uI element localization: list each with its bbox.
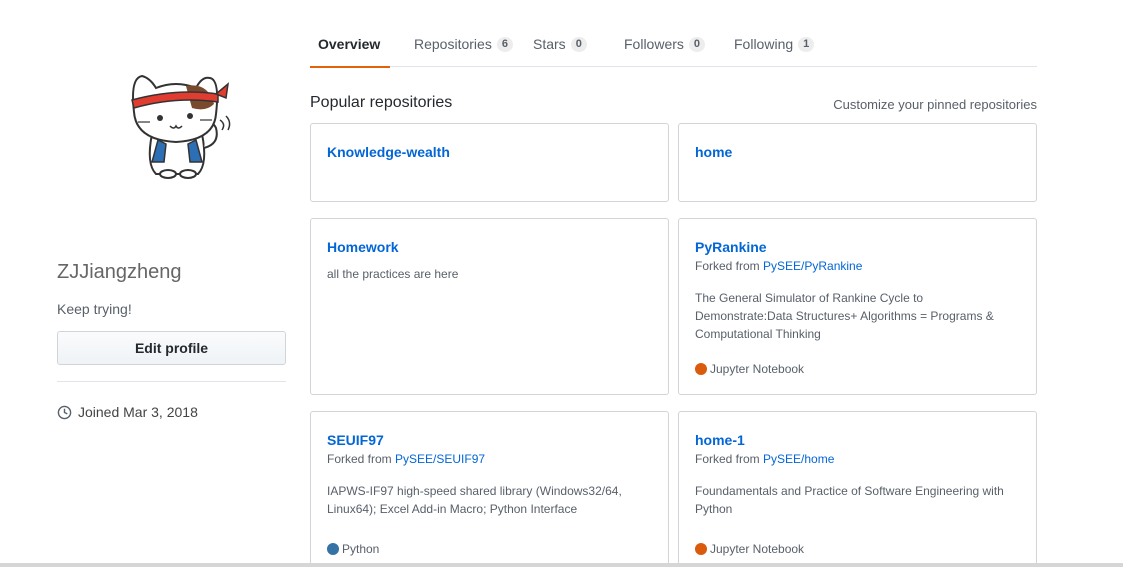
profile-tabs: Overview Repositories 6 Stars 0 Follower… [310, 21, 1037, 68]
popular-repositories-heading: Popular repositories [310, 94, 453, 111]
tab-label: Following [734, 36, 794, 52]
repo-description: The General Simulator of Rankine Cycle t… [695, 291, 994, 341]
repo-name-link[interactable]: Homework [327, 239, 652, 255]
joined-date: Joined Mar 3, 2018 [57, 404, 198, 420]
tab-label: Overview [318, 36, 381, 52]
tab-followers[interactable]: Followers 0 [616, 21, 714, 67]
forked-prefix: Forked from [327, 452, 396, 466]
repo-description: all the practices are here [327, 267, 459, 281]
language-color-dot [695, 543, 707, 555]
profile-bio: Keep trying! [57, 301, 132, 317]
clock-icon [57, 405, 72, 419]
repo-name-link[interactable]: PyRankine [695, 239, 1020, 255]
repo-card: SEUIF97 Forked from PySEE/SEUIF97 IAPWS-… [310, 411, 669, 567]
forked-source-link[interactable]: PySEE/PyRankine [763, 259, 862, 273]
sidebar-divider [57, 381, 286, 382]
tab-count-badge: 0 [570, 36, 587, 52]
tab-count-badge: 6 [496, 36, 513, 52]
repo-card: PyRankine Forked from PySEE/PyRankine Th… [678, 218, 1037, 395]
forked-prefix: Forked from [695, 259, 764, 273]
tab-repositories[interactable]: Repositories 6 [406, 21, 518, 67]
repo-name-link[interactable]: home-1 [695, 432, 1020, 448]
repo-card: Knowledge-wealth [310, 123, 669, 202]
forked-from: Forked from PySEE/home [695, 452, 1020, 466]
repo-description: IAPWS-IF97 high-speed shared library (Wi… [327, 484, 622, 516]
tab-count-badge: 1 [798, 36, 815, 52]
language-label: Jupyter Notebook [710, 362, 805, 376]
repo-name-link[interactable]: SEUIF97 [327, 432, 652, 448]
repo-card: Homework all the practices are here [310, 218, 669, 395]
repo-name-link[interactable]: Knowledge-wealth [327, 144, 652, 160]
repo-language: Python [327, 542, 379, 556]
tab-label: Followers [624, 36, 684, 52]
forked-source-link[interactable]: PySEE/home [763, 452, 834, 466]
forked-source-link[interactable]: PySEE/SEUIF97 [395, 452, 485, 466]
profile-username: ZJJiangzheng [57, 261, 182, 283]
language-label: Python [342, 542, 380, 556]
cat-avatar-icon[interactable] [112, 64, 240, 186]
window-bottom-edge [0, 563, 1123, 567]
repo-language: Jupyter Notebook [695, 362, 804, 376]
tab-label: Repositories [414, 36, 492, 52]
language-color-dot [695, 363, 707, 375]
repo-language: Jupyter Notebook [695, 542, 804, 556]
repo-name-link[interactable]: home [695, 144, 1020, 160]
tab-following[interactable]: Following 1 [726, 21, 824, 67]
edit-profile-button[interactable]: Edit profile [57, 331, 286, 365]
repo-card: home [678, 123, 1037, 202]
tab-count-badge: 0 [688, 36, 706, 52]
repo-description: Foundamentals and Practice of Software E… [695, 484, 1004, 516]
tab-overview[interactable]: Overview [310, 21, 390, 68]
language-color-dot [327, 543, 339, 555]
joined-text: Joined Mar 3, 2018 [78, 404, 198, 420]
forked-prefix: Forked from [695, 452, 764, 466]
forked-from: Forked from PySEE/PyRankine [695, 259, 1020, 273]
language-label: Jupyter Notebook [710, 542, 805, 556]
tab-label: Stars [533, 36, 566, 52]
forked-from: Forked from PySEE/SEUIF97 [327, 452, 652, 466]
tab-stars[interactable]: Stars 0 [525, 21, 597, 67]
customize-pinned-link[interactable]: Customize your pinned repositories [833, 97, 1037, 112]
repo-card: home-1 Forked from PySEE/home Foundament… [678, 411, 1037, 567]
